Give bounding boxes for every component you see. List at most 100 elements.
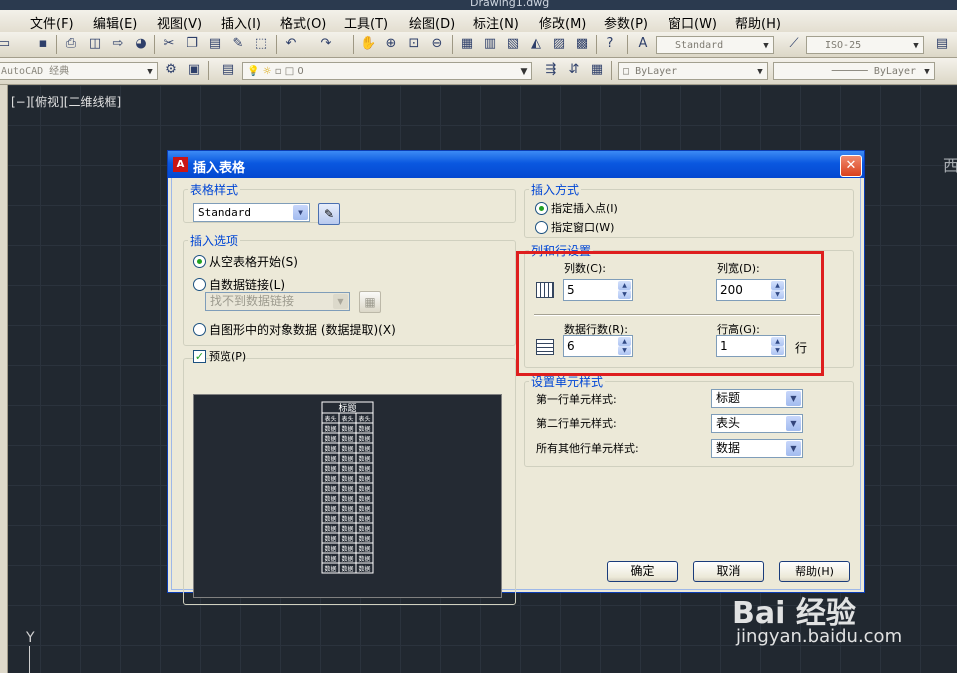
table-style-select[interactable]: Standard ▼ [193, 203, 310, 222]
linetype-combo[interactable]: ────── ByLayer ▼ [773, 62, 935, 80]
copy-icon[interactable]: ❐ [184, 36, 200, 52]
watermark-url: jingyan.baidu.com [736, 626, 903, 647]
chevron-down-icon: ▼ [786, 391, 801, 406]
data-link-value: 找不到数据链接 [210, 294, 295, 308]
toolbar-separator [154, 35, 155, 54]
menu-draw[interactable]: 绘图(D) [409, 13, 455, 32]
menu-help[interactable]: 帮助(H) [735, 13, 781, 32]
viewport-label[interactable]: [−][俯视][二维线框] [11, 93, 121, 110]
save-icon[interactable]: ▪ [35, 36, 51, 52]
cut-icon[interactable]: ✂ [161, 36, 177, 52]
menu-insert[interactable]: 插入(I) [221, 13, 261, 32]
markup-icon[interactable]: ▨ [551, 36, 567, 52]
preview-checkbox[interactable]: ✓ [193, 350, 206, 363]
zoom-realtime-icon[interactable]: ⊕ [383, 36, 399, 52]
preview-header-cell: 表头 [324, 415, 336, 423]
menu-edit[interactable]: 编辑(E) [93, 13, 137, 32]
radio-specify-window[interactable] [535, 221, 548, 234]
paste-icon[interactable]: ▤ [207, 36, 223, 52]
print-icon[interactable]: ⎙ [63, 36, 79, 52]
text-style-icon[interactable]: A [635, 36, 651, 52]
color-combo[interactable]: □ ByLayer ▼ [618, 62, 768, 80]
help-button[interactable]: 帮助(H) [779, 561, 850, 582]
dialog-title-bar[interactable]: A 插入表格 ✕ [168, 151, 864, 178]
toolbar-separator [611, 61, 612, 80]
layer-combo[interactable]: 💡 ☼ ▫ □ 0 ▼ [242, 62, 532, 80]
menu-format[interactable]: 格式(O) [280, 13, 326, 32]
radio-specify-insertion-point-label[interactable]: 指定插入点(I) [551, 200, 618, 216]
preview-data-cell: 数据 [358, 565, 370, 573]
dimension-style-icon[interactable]: ⟋ [786, 36, 802, 52]
menu-tools[interactable]: 工具(T) [344, 13, 388, 32]
second-row-style-label: 第二行单元样式: [536, 417, 617, 430]
left-toolbar-strip [0, 85, 8, 673]
preview-data-cell: 数据 [341, 555, 353, 563]
sheet-set-icon[interactable]: ◭ [528, 36, 544, 52]
radio-data-link[interactable] [193, 278, 206, 291]
preview-data-cell: 数据 [341, 565, 353, 573]
window-title-bar: Drawing1.dwg [0, 0, 957, 10]
menu-modify[interactable]: 修改(M) [539, 13, 586, 32]
autocad-logo-icon: A [173, 157, 188, 172]
preview-data-cell: 数据 [341, 455, 353, 463]
menu-dimension[interactable]: 标注(N) [473, 13, 519, 32]
preview-data-cell: 数据 [324, 465, 336, 473]
chevron-down-icon: ▼ [786, 416, 801, 431]
radio-data-extraction-label[interactable]: 自图形中的对象数据 (数据提取)(X) [209, 321, 396, 338]
match-properties-icon[interactable]: ✎ [230, 36, 246, 52]
radio-specify-window-label[interactable]: 指定窗口(W) [551, 219, 614, 235]
preview-data-cell: 数据 [358, 495, 370, 503]
table-style-dialog-button[interactable]: ✎ [318, 203, 340, 225]
menu-window[interactable]: 窗口(W) [668, 13, 717, 32]
help-icon[interactable]: ? [602, 36, 618, 52]
ok-button[interactable]: 确定 [607, 561, 678, 582]
radio-data-link-label[interactable]: 自数据链接(L) [209, 276, 285, 293]
text-style-combo[interactable]: Standard ▼ [656, 36, 774, 54]
layer-state-icon[interactable]: ▦ [589, 62, 605, 78]
workspace-combo[interactable]: AutoCAD 经典 ▼ [0, 62, 158, 80]
calculator-icon[interactable]: ▩ [574, 36, 590, 52]
3d-dwf-icon[interactable]: ◕ [133, 36, 149, 52]
publish-icon[interactable]: ⇨ [110, 36, 126, 52]
chevron-down-icon: ▼ [757, 67, 763, 77]
layer-previous-icon[interactable]: ⇵ [566, 62, 582, 78]
second-row-style-select[interactable]: 表头 ▼ [711, 414, 803, 433]
menu-view[interactable]: 视图(V) [157, 13, 202, 32]
workspace-settings-icon[interactable]: ⚙ [163, 62, 179, 78]
layer-properties-icon[interactable]: ▤ [220, 62, 236, 78]
viewcube[interactable]: 西 [943, 152, 957, 176]
menu-parametric[interactable]: 参数(P) [604, 13, 648, 32]
properties-icon[interactable]: ▦ [459, 36, 475, 52]
preview-data-cell: 数据 [324, 485, 336, 493]
dimension-style-combo[interactable]: ISO-25 ▼ [806, 36, 924, 54]
undo-icon[interactable]: ↶ [283, 36, 299, 52]
chevron-down-icon: ▼ [147, 67, 153, 77]
cancel-button[interactable]: 取消 [693, 561, 764, 582]
block-editor-icon[interactable]: ⬚ [253, 36, 269, 52]
redo-icon[interactable]: ↷ [318, 36, 334, 52]
table-style-icon[interactable]: ▤ [934, 36, 950, 52]
make-current-layer-icon[interactable]: ⇶ [543, 62, 559, 78]
open-icon[interactable]: ▭ [0, 36, 12, 52]
menu-file[interactable]: 文件(F) [30, 13, 74, 32]
pan-icon[interactable]: ✋ [360, 36, 376, 52]
zoom-previous-icon[interactable]: ⊖ [429, 36, 445, 52]
first-row-style-label: 第一行单元样式: [536, 393, 617, 406]
design-center-icon[interactable]: ▥ [482, 36, 498, 52]
radio-empty-table[interactable] [193, 255, 206, 268]
zoom-window-icon[interactable]: ⊡ [406, 36, 422, 52]
print-preview-icon[interactable]: ◫ [87, 36, 103, 52]
tool-palettes-icon[interactable]: ▧ [505, 36, 521, 52]
preview-data-cell: 数据 [341, 445, 353, 453]
first-row-style-select[interactable]: 标题 ▼ [711, 389, 803, 408]
other-rows-style-select[interactable]: 数据 ▼ [711, 439, 803, 458]
preview-title-text: 标题 [338, 402, 356, 414]
preview-data-cell: 数据 [324, 565, 336, 573]
radio-data-extraction[interactable] [193, 323, 206, 336]
preview-data-cell: 数据 [358, 475, 370, 483]
workspace-icon[interactable]: ▣ [186, 62, 202, 78]
preview-label[interactable]: 预览(P) [209, 348, 246, 364]
radio-empty-table-label[interactable]: 从空表格开始(S) [209, 253, 298, 270]
close-button[interactable]: ✕ [840, 155, 862, 177]
radio-specify-insertion-point[interactable] [535, 202, 548, 215]
